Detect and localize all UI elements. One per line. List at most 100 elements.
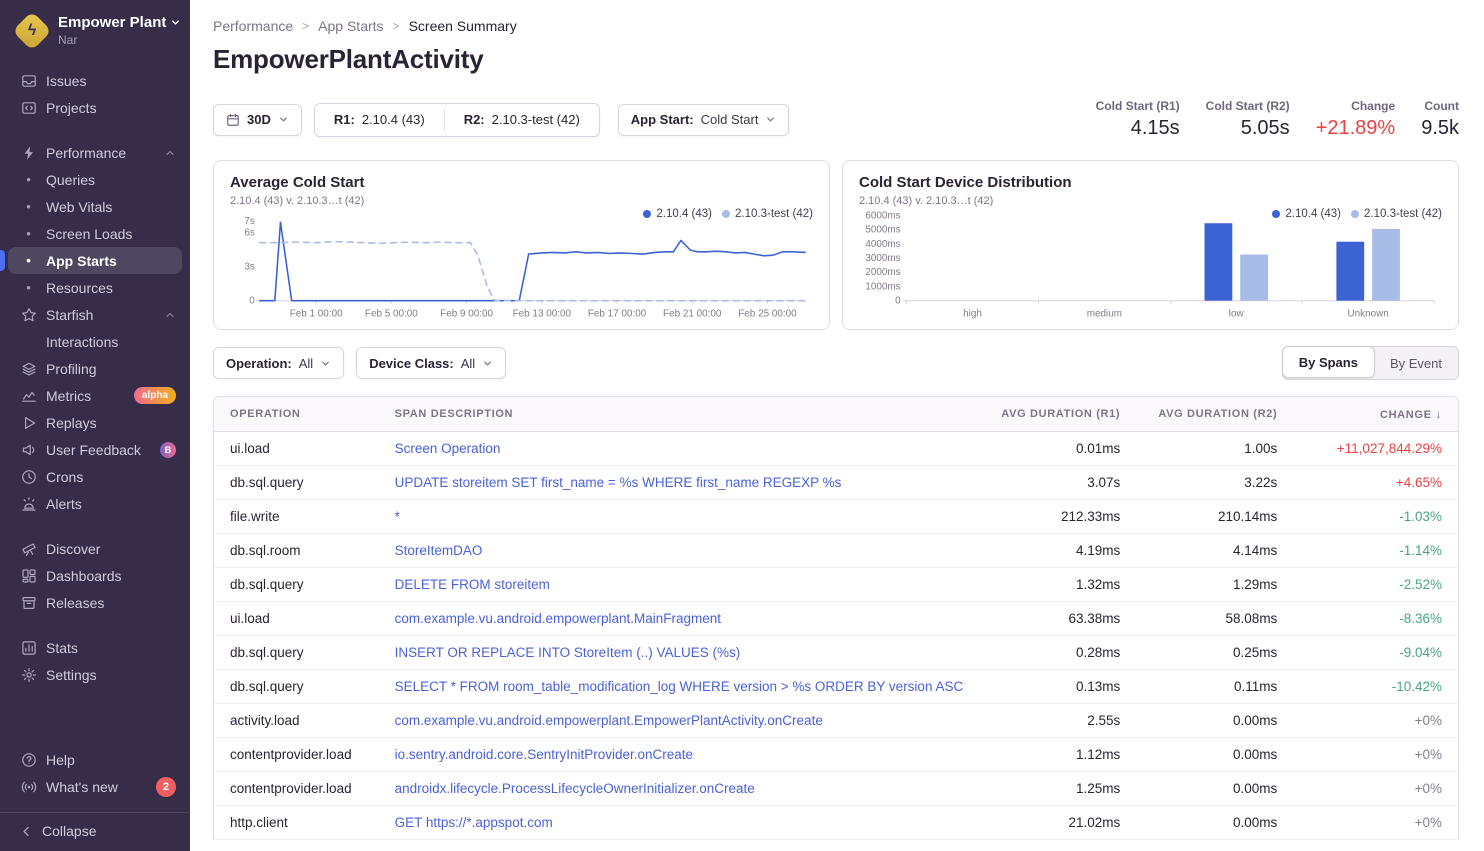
avg-duration-r1-cell: 0.13ms — [979, 670, 1136, 704]
span-description-link[interactable]: androidx.lifecycle.ProcessLifecycleOwner… — [395, 781, 755, 796]
tab-by-event[interactable]: By Event — [1374, 347, 1458, 379]
change-cell: -1.03% — [1293, 500, 1458, 534]
span-description-link[interactable]: DELETE FROM storeitem — [395, 577, 550, 592]
sidebar-item-stats[interactable]: Stats — [0, 634, 190, 661]
span-description-link[interactable]: GET https://*.appspot.com — [395, 815, 553, 830]
sidebar-item-performance[interactable]: Performance — [0, 139, 190, 166]
span-description-link[interactable]: UPDATE storeitem SET first_name = %s WHE… — [395, 475, 842, 490]
span-description-link[interactable]: Screen Operation — [395, 441, 501, 456]
avg-duration-r2-cell: 0.00ms — [1136, 806, 1293, 840]
sidebar-item-app-starts[interactable]: •App Starts — [8, 247, 182, 274]
sidebar-item-replays[interactable]: Replays — [0, 409, 190, 436]
change-cell: -10.42% — [1293, 670, 1458, 704]
col-change[interactable]: CHANGE ↓ — [1293, 397, 1458, 432]
sidebar-collapse[interactable]: Collapse — [0, 812, 190, 851]
org-logo-icon: ϟ — [12, 11, 52, 51]
table-row: activity.loadcom.example.vu.android.empo… — [214, 704, 1458, 738]
bar-chart-canvas[interactable]: 01000ms2000ms3000ms4000ms5000ms6000mshig… — [859, 209, 1442, 321]
col-avg-duration-r2[interactable]: AVG DURATION (R2) — [1136, 397, 1293, 432]
span-description-link[interactable]: com.example.vu.android.empowerplant.Empo… — [395, 713, 823, 728]
sidebar-item-profiling[interactable]: Profiling — [0, 355, 190, 382]
sidebar-item-dashboards[interactable]: Dashboards — [0, 562, 190, 589]
col-avg-duration-r1[interactable]: AVG DURATION (R1) — [979, 397, 1136, 432]
projects-icon — [20, 99, 37, 116]
span-description-link[interactable]: INSERT OR REPLACE INTO StoreItem (..) VA… — [395, 645, 741, 660]
svg-text:0: 0 — [895, 296, 901, 307]
sidebar-item-queries[interactable]: •Queries — [0, 166, 190, 193]
span-description-link[interactable]: com.example.vu.android.empowerplant.Main… — [395, 611, 721, 626]
span-description-link[interactable]: StoreItemDAO — [395, 543, 483, 558]
sidebar-item-label: Issues — [46, 73, 86, 89]
span-description-cell: androidx.lifecycle.ProcessLifecycleOwner… — [379, 772, 980, 806]
span-description-cell: SELECT * FROM room_table_modification_lo… — [379, 670, 980, 704]
org-switcher[interactable]: ϟ Empower Plant Nar — [0, 0, 190, 59]
operation-cell: http.client — [214, 806, 379, 840]
change-cell: +0% — [1293, 772, 1458, 806]
col-span-description[interactable]: SPAN DESCRIPTION — [379, 397, 980, 432]
release1-label: R1: — [334, 112, 355, 127]
org-subtitle: Nar — [58, 33, 77, 47]
span-description-link[interactable]: io.sentry.android.core.SentryInitProvide… — [395, 747, 693, 762]
sidebar-item-web-vitals[interactable]: •Web Vitals — [0, 193, 190, 220]
table-row: db.sql.roomStoreItemDAO4.19ms4.14ms-1.14… — [214, 534, 1458, 568]
tab-by-spans[interactable]: By Spans — [1282, 346, 1375, 378]
bullet-dot: • — [20, 225, 37, 242]
sidebar-item-whats-new[interactable]: What's new2 — [0, 773, 190, 800]
sidebar-item-settings[interactable]: Settings — [0, 661, 190, 688]
stats-icon — [20, 639, 37, 656]
sidebar-item-screen-loads[interactable]: •Screen Loads — [0, 220, 190, 247]
svg-text:Feb 25 00:00: Feb 25 00:00 — [738, 309, 797, 320]
device-class-filter-value: All — [461, 356, 475, 371]
sidebar-item-crons[interactable]: Crons — [0, 463, 190, 490]
span-description-cell: com.example.vu.android.empowerplant.Empo… — [379, 704, 980, 738]
table-row: http.clientGET https://*.appspot.com21.0… — [214, 806, 1458, 840]
discover-icon — [20, 540, 37, 557]
sidebar-item-user-feedback[interactable]: User FeedbackB — [0, 436, 190, 463]
sidebar-item-resources[interactable]: •Resources — [0, 274, 190, 301]
avg-duration-r1-cell: 1.32ms — [979, 568, 1136, 602]
sidebar-item-metrics[interactable]: Metricsalpha — [0, 382, 190, 409]
sidebar-item-discover[interactable]: Discover — [0, 535, 190, 562]
sidebar-item-alerts[interactable]: Alerts — [0, 490, 190, 517]
chart-title: Average Cold Start — [230, 174, 813, 191]
sidebar-item-help[interactable]: Help — [0, 746, 190, 773]
dashboards-icon — [20, 567, 37, 584]
operation-cell: contentprovider.load — [214, 772, 379, 806]
col-operation[interactable]: OPERATION — [214, 397, 379, 432]
series2-dot — [1351, 210, 1359, 218]
user-feedback-badge: B — [160, 442, 176, 458]
legend-label: 2.10.4 (43) — [1285, 208, 1341, 220]
sidebar-item-projects[interactable]: Projects — [0, 94, 190, 121]
operation-filter-label: Operation: — [226, 356, 292, 371]
operation-cell: db.sql.query — [214, 466, 379, 500]
avg-duration-r2-cell: 0.25ms — [1136, 636, 1293, 670]
date-range-button[interactable]: 30D — [213, 104, 302, 136]
change-cell: +0% — [1293, 704, 1458, 738]
svg-text:5000ms: 5000ms — [865, 225, 900, 236]
span-description-link[interactable]: SELECT * FROM room_table_modification_lo… — [395, 679, 964, 694]
breadcrumb-app-starts[interactable]: App Starts — [318, 18, 383, 34]
sidebar-item-interactions[interactable]: Interactions — [0, 328, 190, 355]
sidebar-item-starfish[interactable]: Starfish — [0, 301, 190, 328]
app-start-type-button[interactable]: App Start: Cold Start — [618, 104, 790, 136]
table-row: file.write*212.33ms210.14ms-1.03% — [214, 500, 1458, 534]
series1-dot — [1272, 210, 1280, 218]
span-description-link[interactable]: * — [395, 509, 400, 524]
line-chart-canvas[interactable]: 03s6s7sFeb 1 00:00Feb 5 00:00Feb 9 00:00… — [230, 209, 813, 321]
sidebar-item-label: Crons — [46, 469, 83, 485]
legend-label: 2.10.3-test (42) — [735, 208, 813, 220]
sidebar-item-issues[interactable]: Issues — [0, 67, 190, 94]
operation-cell: db.sql.room — [214, 534, 379, 568]
whats-new-icon — [20, 778, 37, 795]
release1-button[interactable]: R1: 2.10.4 (43) — [315, 104, 444, 136]
device-class-filter-button[interactable]: Device Class: All — [356, 347, 506, 379]
stat-label: Change — [1316, 99, 1396, 113]
svg-text:Feb 21 00:00: Feb 21 00:00 — [663, 309, 722, 320]
spans-table: OPERATION SPAN DESCRIPTION AVG DURATION … — [213, 396, 1459, 840]
breadcrumb-performance[interactable]: Performance — [213, 18, 293, 34]
operation-filter-button[interactable]: Operation: All — [213, 347, 344, 379]
sidebar-item-releases[interactable]: Releases — [0, 589, 190, 616]
release2-button[interactable]: R2: 2.10.3-test (42) — [445, 104, 599, 136]
avg-duration-r1-cell: 212.33ms — [979, 500, 1136, 534]
sidebar-item-label: Releases — [46, 595, 104, 611]
